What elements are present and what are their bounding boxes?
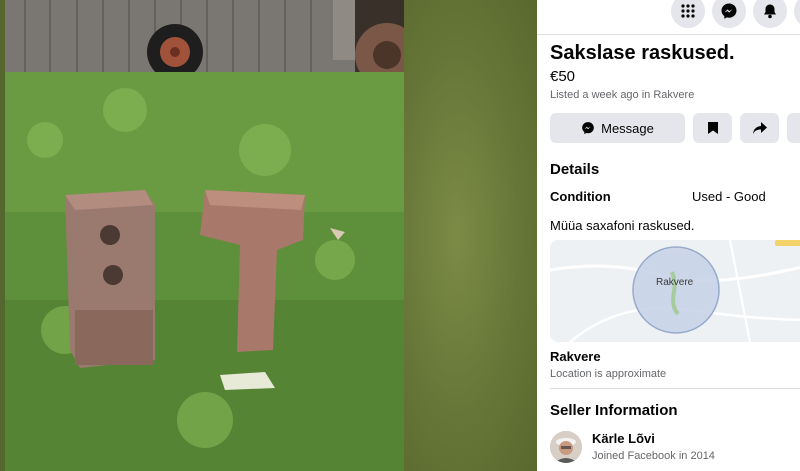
seller-name[interactable]: Kärle Lõvi xyxy=(592,431,655,446)
listing-description: Müüa saxafoni raskused. xyxy=(550,218,695,233)
messenger-icon[interactable] xyxy=(712,0,746,28)
photo-viewer[interactable] xyxy=(0,0,537,471)
seller-info-heading: Seller Information xyxy=(550,402,678,419)
top-navigation-bar xyxy=(537,0,800,35)
listing-info-panel: Sakslase raskused. €50 Listed a week ago… xyxy=(537,0,800,471)
details-heading: Details xyxy=(550,161,600,178)
location-name: Rakvere xyxy=(550,349,601,364)
map-city-label: Rakvere xyxy=(656,277,694,288)
notifications-bell-icon[interactable] xyxy=(753,0,787,28)
location-map[interactable]: Rakvere xyxy=(550,240,800,342)
save-bookmark-icon xyxy=(707,122,718,134)
menu-grid-icon[interactable] xyxy=(671,0,705,28)
listing-meta: Listed a week ago in Rakvere xyxy=(550,89,695,101)
messenger-icon xyxy=(582,122,594,135)
listing-photo xyxy=(5,0,404,471)
location-note: Location is approximate xyxy=(550,368,667,380)
photo-blur-right xyxy=(404,0,537,471)
listing-price: €50 xyxy=(550,68,576,85)
seller-joined: Joined Facebook in 2014 xyxy=(592,450,715,462)
section-divider xyxy=(550,388,800,389)
account-icon[interactable] xyxy=(794,0,800,28)
listing-title: Sakslase raskused. xyxy=(550,42,735,64)
message-button-label: Message xyxy=(601,120,654,136)
save-button[interactable] xyxy=(693,113,732,143)
share-icon xyxy=(752,122,767,134)
share-button[interactable] xyxy=(740,113,779,143)
more-options-button[interactable] xyxy=(787,113,800,143)
message-button[interactable]: Message xyxy=(550,113,685,143)
condition-label: Condition xyxy=(550,189,611,204)
seller-avatar[interactable] xyxy=(550,431,582,463)
condition-value: Used - Good xyxy=(692,189,766,204)
